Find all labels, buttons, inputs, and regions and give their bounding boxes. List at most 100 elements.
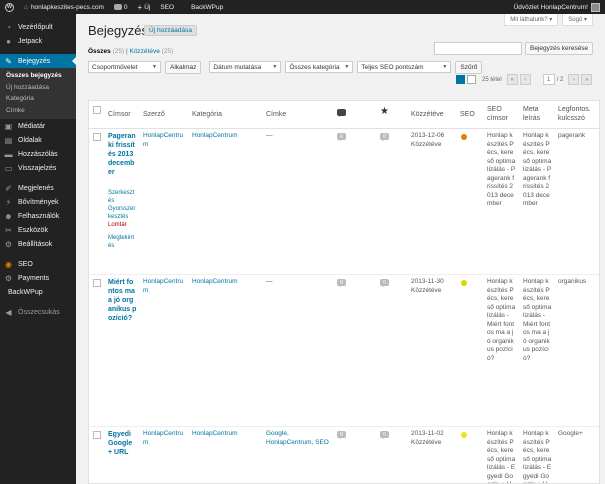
first-page-button[interactable]: « [506, 74, 518, 85]
prev-page-button[interactable]: ‹ [519, 74, 531, 85]
next-page-button[interactable]: › [568, 74, 580, 85]
quick-edit-link[interactable]: Gyorsszerkesztés [108, 205, 137, 221]
comment-count-bubble[interactable]: 0 [337, 279, 346, 287]
author-link[interactable]: HonlapCentrum [143, 278, 187, 295]
col-meta-desc[interactable]: Meta leírás [523, 105, 551, 123]
col-focus-kw[interactable]: Legfontos. kulcsszó [558, 105, 598, 123]
category-link[interactable]: HonlapCentrum [192, 132, 262, 141]
col-comments[interactable] [337, 109, 346, 119]
featured-count-bubble[interactable]: 0 [380, 431, 389, 439]
plus-icon: + [137, 2, 143, 12]
table-row: Miért fontos ma a jó organikus pozíció? … [89, 275, 599, 427]
page-title: Bejegyzés [88, 23, 148, 38]
menu-settings[interactable]: ⚙ Beállítások [0, 237, 76, 251]
apply-button[interactable]: Alkalmaz [165, 60, 202, 74]
seo-filter-select[interactable]: Teljes SEO pontszám ▼ [357, 61, 452, 73]
new-content-menu[interactable]: + Új [133, 0, 156, 14]
user-greeting: Üdvözlet HonlapCentrum! [513, 3, 588, 11]
menu-posts[interactable]: ✎ Bejegyzés [0, 54, 76, 68]
excerpt-view-icon[interactable] [467, 75, 476, 84]
pin-icon: ✎ [5, 56, 12, 66]
menu-tools[interactable]: ✂ Eszközök [0, 223, 76, 237]
search-button[interactable]: Bejegyzés keresése [525, 42, 594, 55]
screen-options-tab[interactable]: Mit láthatunk? ▾ [504, 14, 559, 26]
menu-media[interactable]: ▣ Médiatár [0, 119, 76, 133]
seo-score-dot [461, 134, 467, 140]
menu-users[interactable]: ☻ Felhasználók [0, 209, 76, 223]
col-seo[interactable]: SEO [460, 110, 475, 119]
submenu-add-new[interactable]: Új hozzáadása [0, 82, 76, 94]
user-account-menu[interactable]: Üdvözlet HonlapCentrum! [509, 0, 605, 14]
menu-collapse[interactable]: ◀ Összecsukás [0, 305, 76, 319]
seo-icon: ◉ [5, 259, 12, 269]
wordpress-logo-icon: W [5, 2, 14, 12]
comments-link[interactable]: 0 [109, 0, 133, 14]
jetpack-icon: ● [6, 36, 11, 46]
submenu-categories[interactable]: Kategória [0, 93, 76, 105]
menu-feedback[interactable]: ▭ Visszajelzés [0, 161, 76, 175]
trash-link[interactable]: Lomtár [108, 221, 137, 229]
menu-plugins[interactable]: ⚡ Bővítmények [0, 195, 76, 209]
col-author: Szerző [143, 111, 165, 118]
post-date: 2013-11-02 Közzétéve [411, 430, 444, 446]
menu-payments[interactable]: ⚙ Payments [0, 271, 76, 285]
date-filter-select[interactable]: Dátum mutatása ▼ [209, 61, 282, 73]
edit-link[interactable]: Szerkesztés [108, 189, 137, 205]
total-pages: / 2 [556, 76, 564, 83]
row-checkbox[interactable] [93, 431, 101, 439]
col-seo-title[interactable]: SEO címsor [487, 105, 515, 123]
menu-label: Payments [18, 274, 50, 282]
submenu-tags[interactable]: Címke [0, 105, 76, 117]
col-title[interactable]: Címsor [108, 110, 131, 119]
category-link[interactable]: HonlapCentrum [192, 278, 262, 287]
seo-menu[interactable]: SEO [155, 0, 179, 14]
menu-dashboard[interactable]: ◔ Vezérlőpult [0, 20, 76, 34]
post-title-link[interactable]: Pageranki frissítés 2013 december [108, 132, 137, 177]
submenu-all-posts[interactable]: Összes bejegyzés [0, 70, 76, 82]
search-input[interactable] [434, 42, 522, 55]
author-link[interactable]: HonlapCentrum [143, 430, 187, 447]
col-date[interactable]: Közzétéve [411, 110, 444, 119]
featured-count-bubble[interactable]: 0 [380, 133, 389, 141]
last-page-button[interactable]: » [581, 74, 593, 85]
seo-title-value: Honlap készítés Pécs, kereső optimalizál… [487, 430, 516, 483]
filter-all-link[interactable]: Összes [88, 48, 111, 55]
featured-count-bubble[interactable]: 0 [380, 279, 389, 287]
menu-label: Hozzászólás [18, 150, 58, 158]
comment-count-bubble[interactable]: 0 [337, 133, 346, 141]
col-featured[interactable]: ★ [380, 107, 389, 117]
filter-published-link[interactable]: Közzétéve [129, 48, 159, 55]
current-page-input[interactable]: 1 [542, 74, 555, 85]
backwpup-menu[interactable]: BackWPup [179, 0, 228, 14]
main-content: Mit láthatunk? ▾ Súgó ▾ Bejegyzés Új hoz… [76, 14, 605, 484]
view-link[interactable]: Megtekintés [108, 234, 137, 250]
menu-jetpack[interactable]: ● Jetpack [0, 34, 76, 48]
menu-appearance[interactable]: ✐ Megjelenés [0, 181, 76, 195]
row-checkbox[interactable] [93, 279, 101, 287]
menu-label: Felhasználók [18, 212, 60, 220]
help-tab[interactable]: Súgó ▾ [562, 14, 593, 26]
site-name-label: honlapkeszites-pecs.com [30, 3, 104, 11]
post-title-link[interactable]: Miért fontos ma a jó organikus pozíció? [108, 278, 137, 323]
select-all-checkbox[interactable] [93, 106, 101, 114]
menu-backwpup[interactable]: BackWPup [0, 285, 76, 299]
wp-logo-menu[interactable]: W [0, 0, 19, 14]
category-filter-select[interactable]: Összes kategória ▼ [285, 61, 354, 73]
category-link[interactable]: HonlapCentrum [192, 430, 262, 439]
site-name-link[interactable]: ⌂ honlapkeszites-pecs.com [19, 0, 109, 14]
menu-pages[interactable]: ▤ Oldalak [0, 133, 76, 147]
row-checkbox[interactable] [93, 133, 101, 141]
chevron-down-icon: ▼ [152, 64, 157, 70]
filter-button[interactable]: Szűrő [455, 60, 483, 74]
list-view-icon[interactable] [456, 75, 465, 84]
admin-bar: W ⌂ honlapkeszites-pecs.com 0 + Új SEO B… [0, 0, 605, 14]
bulk-action-select[interactable]: Csoportművelet ▼ [88, 61, 161, 73]
add-new-button[interactable]: Új hozzáadása [144, 25, 197, 36]
tags-value[interactable]: Google, HonlapCentrum, SEO [266, 430, 332, 447]
author-link[interactable]: HonlapCentrum [143, 132, 187, 149]
comment-count-bubble[interactable]: 0 [337, 431, 346, 439]
post-title-link[interactable]: Egyedi Google + URL [108, 430, 137, 457]
menu-seo[interactable]: ◉ SEO [0, 257, 76, 271]
menu-comments[interactable]: ▬ Hozzászólás [0, 147, 76, 161]
row-actions: Szerkesztés Gyorsszerkesztés Lomtár Megt… [108, 189, 137, 250]
